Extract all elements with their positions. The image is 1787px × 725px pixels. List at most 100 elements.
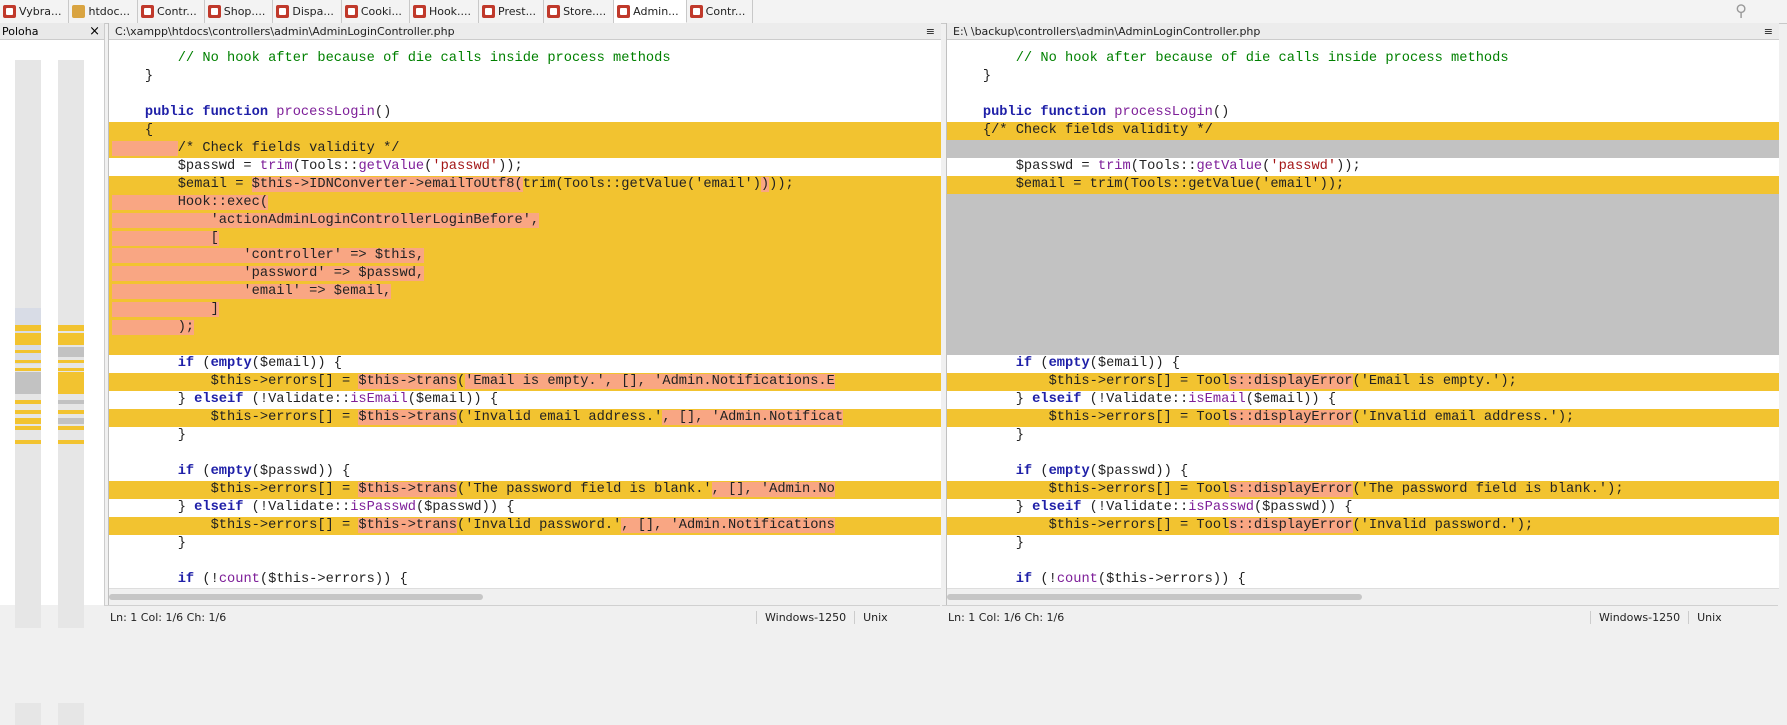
tab-label: Contr...: [705, 5, 746, 18]
left-code-line: ]: [109, 301, 941, 320]
left-file-pane: C:\xampp\htdocs\controllers\admin\AdminL…: [108, 23, 941, 605]
php-file-icon: [344, 5, 358, 18]
left-code-line: }: [112, 68, 154, 84]
tab-10[interactable]: Contr...: [687, 0, 754, 23]
tab-8[interactable]: Store....: [544, 0, 615, 23]
left-code-line: } elseif (!Validate::isEmail($email)) {: [112, 392, 499, 408]
left-horizontal-scrollbar[interactable]: [109, 588, 941, 605]
right-code-line: [947, 319, 1779, 338]
right-code-line: if (empty($passwd)) {: [1015, 463, 1189, 479]
left-code-line: $this->errors[] = $this->trans('Email is…: [109, 373, 941, 392]
php-file-icon: [547, 5, 561, 18]
right-pane-header: E:\ \backup\controllers\admin\AdminLogin…: [947, 23, 1779, 40]
right-code-line: [947, 265, 1779, 284]
right-scrollbar-thumb[interactable]: [947, 594, 1362, 600]
location-left-column[interactable]: [15, 60, 41, 725]
right-code-line: [947, 86, 1779, 104]
tab-6[interactable]: Hook....: [410, 0, 480, 23]
right-code-line: }: [950, 68, 992, 84]
right-code-line: } elseif (!Validate::isPasswd($passwd)) …: [950, 499, 1353, 515]
document-tab-bar: Vybra... htdoc... Contr... Shop.... Dispa...…: [0, 0, 1787, 24]
left-code-line: } elseif (!Validate::isPasswd($passwd)) …: [112, 499, 515, 515]
right-eol[interactable]: Unix: [1688, 610, 1730, 624]
left-code-line: $this->errors[] = $this->trans('Invalid …: [109, 409, 941, 427]
location-right-column[interactable]: [58, 60, 84, 725]
left-code-line: [109, 86, 941, 104]
left-code-line: $email = $this->IDNConverter->emailToUtf…: [109, 175, 941, 194]
tab-label: Admin...: [633, 4, 679, 18]
tab-label: Store....: [563, 5, 607, 18]
right-code-line: $this->errors[] = Tools::displayError('E…: [947, 373, 1779, 392]
php-file-icon: [141, 5, 155, 18]
left-eol[interactable]: Unix: [854, 610, 896, 624]
tab-0[interactable]: Vybra...: [0, 0, 70, 23]
right-horizontal-scrollbar[interactable]: [947, 588, 1779, 605]
right-code-line: if (empty($email)) {: [1015, 356, 1181, 372]
right-code-line: }: [950, 427, 1024, 443]
left-code-line: $passwd = trim(Tools::getValue('passwd')…: [112, 158, 523, 174]
left-code-line: $this->errors[] = $this->trans('The pass…: [109, 480, 941, 499]
location-pane-close-icon[interactable]: ×: [89, 24, 100, 39]
right-code-line: [947, 283, 1779, 302]
location-pane: Poloha ×: [0, 23, 105, 725]
tab-9[interactable]: Admin...: [614, 0, 687, 23]
php-file-icon: [412, 5, 426, 18]
tab-label: Contr...: [157, 5, 197, 18]
right-pane-path: E:\ \backup\controllers\admin\AdminLogin…: [953, 24, 1261, 38]
tab-label: Vybra...: [19, 5, 62, 18]
tab-label: Cooki...: [360, 5, 402, 18]
tab-label: Hook....: [428, 5, 472, 18]
left-status-bar: Ln: 1 Col: 1/6 Ch: 1/6 Windows-1250 Unix: [104, 605, 940, 628]
right-file-pane: E:\ \backup\controllers\admin\AdminLogin…: [946, 23, 1779, 605]
right-code-line: [947, 301, 1779, 320]
left-code-line: 'email' => $email,: [109, 283, 941, 302]
left-code-line: 'controller' => $this,: [109, 247, 941, 266]
left-scrollbar-thumb[interactable]: [109, 594, 483, 600]
left-code-line: $this->errors[] = $this->trans('Invalid …: [109, 516, 941, 535]
left-pane-header: C:\xampp\htdocs\controllers\admin\AdminL…: [109, 23, 941, 40]
left-pane-path: C:\xampp\htdocs\controllers\admin\AdminL…: [115, 24, 455, 38]
tab-label: Shop....: [223, 5, 266, 18]
php-file-icon: [207, 5, 221, 18]
right-code-line: [947, 211, 1779, 230]
right-code-line: $passwd = trim(Tools::getValue('passwd')…: [950, 158, 1361, 174]
left-code-line: [: [109, 229, 941, 248]
location-pane-header: Poloha ×: [0, 23, 104, 40]
right-code-line: // No hook after because of die calls in…: [1015, 51, 1509, 66]
left-cursor-position: Ln: 1 Col: 1/6 Ch: 1/6: [110, 610, 227, 624]
right-code-line: if (!count($this->errors)) {: [1015, 571, 1246, 587]
tab-1[interactable]: htdoc...: [69, 0, 139, 23]
left-code-line: [109, 337, 941, 356]
right-code-line: public function processLogin(): [982, 104, 1230, 120]
app-logo-icon: ⚲: [1735, 1, 1747, 20]
left-code-line: [109, 445, 941, 463]
tab-7[interactable]: Prest...: [479, 0, 545, 23]
tab-4[interactable]: Dispa...: [273, 0, 342, 23]
left-code-line: public function processLogin(): [144, 104, 392, 120]
left-code-line: Hook::exec(: [109, 193, 941, 212]
tab-5[interactable]: Cooki...: [342, 0, 410, 23]
left-encoding[interactable]: Windows-1250: [756, 610, 854, 624]
right-code-line: } elseif (!Validate::isEmail($email)) {: [950, 392, 1337, 408]
php-file-icon: [617, 4, 631, 18]
left-code-line: if (empty($email)) {: [177, 356, 343, 372]
php-file-icon: [3, 5, 16, 18]
right-code-view[interactable]: // No hook after because of die calls in…: [947, 40, 1779, 590]
left-code-line: }: [112, 535, 186, 551]
right-code-line: [947, 247, 1779, 266]
folder-icon: [72, 5, 86, 18]
left-pane-menu-icon[interactable]: ≡: [926, 25, 935, 38]
tab-2[interactable]: Contr...: [138, 0, 205, 23]
right-status-bar: Ln: 1 Col: 1/6 Ch: 1/6 Windows-1250 Unix: [942, 605, 1778, 628]
location-overview[interactable]: [0, 40, 104, 725]
right-cursor-position: Ln: 1 Col: 1/6 Ch: 1/6: [948, 610, 1065, 624]
left-code-line: {: [109, 121, 941, 140]
tab-label: Prest...: [498, 5, 537, 18]
tab-label: htdoc...: [88, 5, 131, 18]
right-encoding[interactable]: Windows-1250: [1590, 610, 1688, 624]
right-code-line: [947, 229, 1779, 248]
tab-3[interactable]: Shop....: [205, 0, 274, 23]
right-pane-menu-icon[interactable]: ≡: [1764, 25, 1773, 38]
right-code-line: }: [950, 535, 1024, 551]
left-code-view[interactable]: // No hook after because of die calls in…: [109, 40, 941, 590]
